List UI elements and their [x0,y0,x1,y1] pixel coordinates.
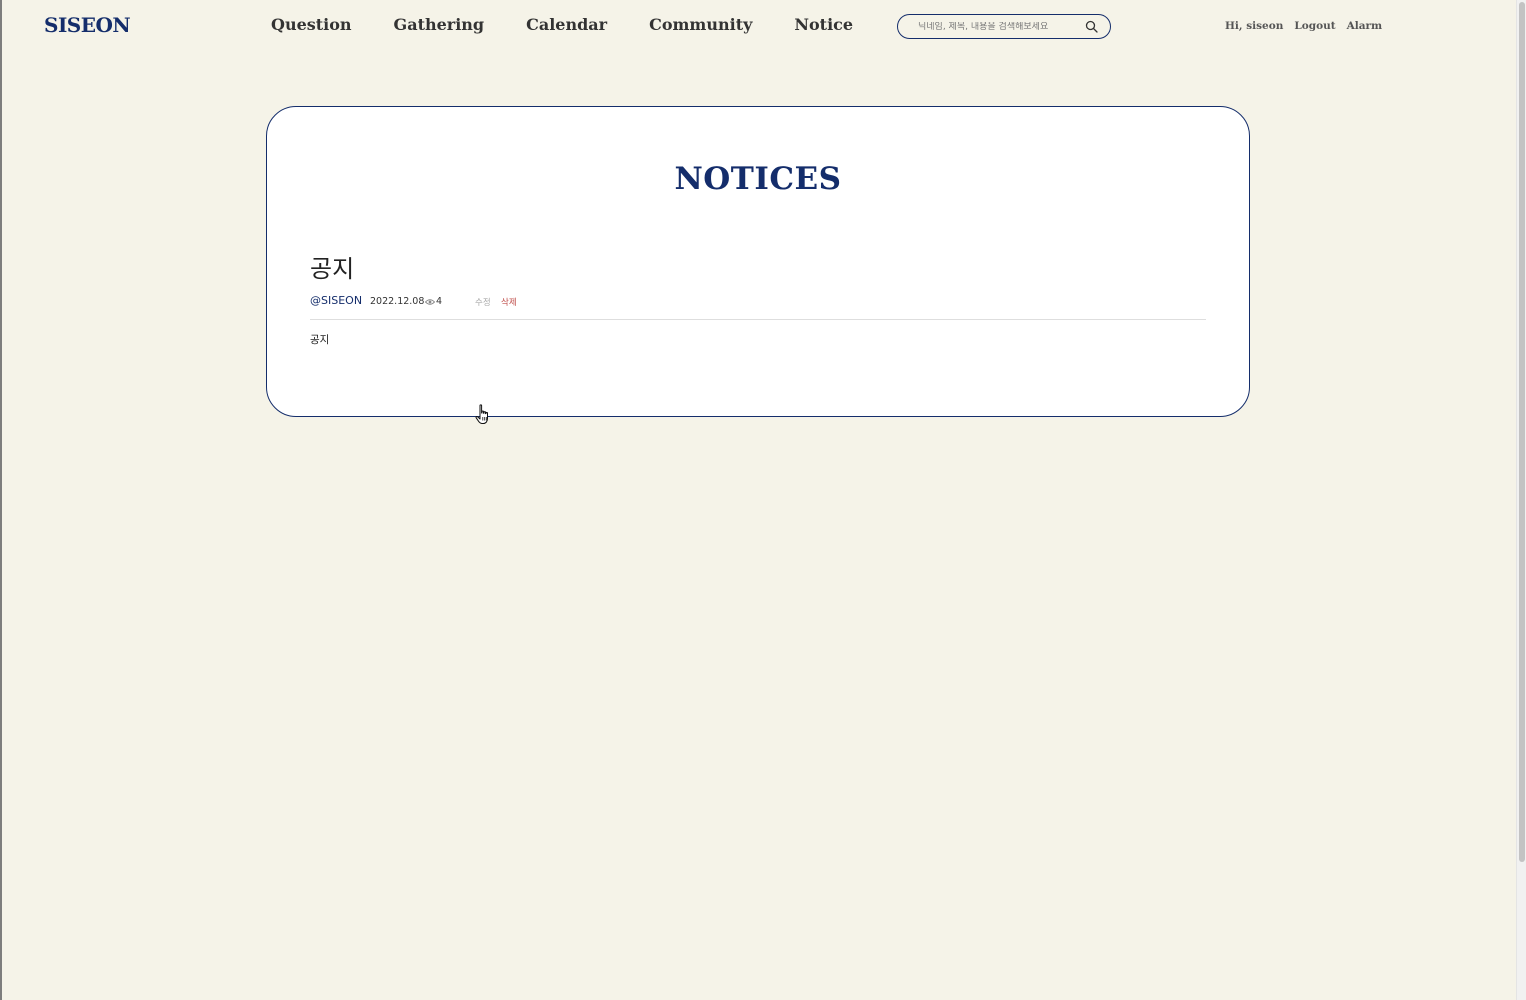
scrollbar-thumb[interactable] [1519,2,1525,862]
user-menu: Hi, siseon Logout Alarm [1225,20,1393,32]
search-input[interactable] [918,21,1085,32]
post-views: 4 [436,296,443,307]
post-author[interactable]: @SISEON [310,294,362,307]
post-meta: @SISEON 2022.12.08 4 수정 삭제 [310,294,1206,320]
logout-link[interactable]: Logout [1294,20,1335,32]
page-title: NOTICES [674,161,842,197]
nav-notice[interactable]: Notice [794,15,853,34]
user-greeting: Hi, siseon [1225,20,1284,32]
delete-button[interactable]: 삭제 [501,296,517,308]
scrollbar[interactable] [1516,0,1526,1000]
search-icon[interactable] [1085,20,1098,33]
search-box [897,14,1111,39]
alarm-link[interactable]: Alarm [1347,20,1383,32]
nav-question[interactable]: Question [271,15,352,34]
edit-button[interactable]: 수정 [475,296,491,308]
hand-cursor-icon [475,404,493,426]
post-date: 2022.12.08 [370,296,425,307]
site-header: SISEON Question Gathering Calendar Commu… [0,0,1516,54]
post-body: 공지 [310,334,330,346]
notice-card: NOTICES 공지 @SISEON 2022.12.08 4 수정 삭제 공지 [266,106,1250,424]
main-nav: Question Gathering Calendar Community No… [271,15,895,34]
eye-icon [425,298,435,306]
post-title: 공지 [310,255,355,283]
window-edge [0,0,2,1000]
nav-community[interactable]: Community [649,15,752,34]
nav-calendar[interactable]: Calendar [526,15,607,34]
site-logo[interactable]: SISEON [44,13,131,37]
nav-gathering[interactable]: Gathering [394,15,485,34]
